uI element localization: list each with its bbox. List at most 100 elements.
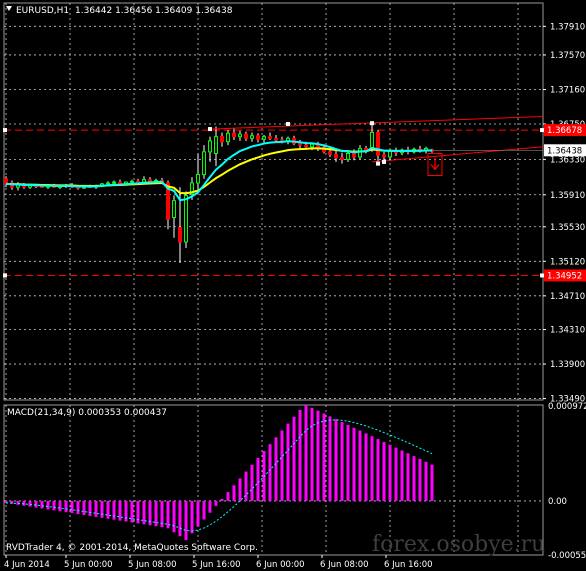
price-axis-label: 1.34310 bbox=[550, 326, 585, 336]
macd-histogram-bar bbox=[202, 500, 206, 520]
bullish-candle bbox=[250, 135, 254, 139]
bearish-candle bbox=[352, 152, 356, 158]
bearish-candle bbox=[304, 144, 308, 148]
candles-group bbox=[4, 124, 434, 263]
macd-histogram-bar bbox=[88, 500, 92, 516]
bearish-candle bbox=[274, 137, 278, 141]
bearish-candle bbox=[376, 131, 380, 156]
macd-histogram-bar bbox=[70, 500, 74, 514]
bullish-candle bbox=[262, 136, 266, 140]
price-axis-label: 1.34710 bbox=[550, 292, 585, 302]
macd-histogram-bar bbox=[34, 500, 38, 508]
macd-histogram-bar bbox=[94, 500, 98, 517]
macd-histogram-bar bbox=[64, 500, 68, 513]
watermark-text: forex.osobye.ru bbox=[372, 532, 545, 557]
bullish-candle bbox=[112, 181, 116, 184]
macd-histogram-bar bbox=[208, 500, 212, 513]
macd-histogram-bar bbox=[28, 500, 32, 507]
bullish-candle bbox=[310, 143, 314, 148]
macd-histogram-bar bbox=[184, 500, 188, 541]
bearish-candle bbox=[382, 154, 386, 158]
macd-histogram-bar bbox=[52, 500, 56, 511]
macd-histogram-bar bbox=[382, 441, 386, 501]
price-panel-frame bbox=[3, 2, 544, 401]
price-axis-label: 1.33900 bbox=[550, 360, 585, 370]
price-axis-label: 1.35910 bbox=[550, 191, 585, 201]
macd-histogram-bar bbox=[310, 407, 314, 501]
macd-indicator-label: MACD(21,34,9) 0.000353 0.000437 bbox=[7, 408, 167, 418]
macd-histogram-bar bbox=[112, 500, 116, 520]
moving-average-fast-line bbox=[5, 140, 433, 202]
bearish-candle bbox=[334, 153, 338, 159]
macd-histogram-bar bbox=[274, 437, 278, 501]
channel-handle[interactable] bbox=[370, 121, 374, 126]
macd-histogram-bar bbox=[76, 500, 80, 515]
channel-handle[interactable] bbox=[376, 161, 380, 166]
channel-upper-line[interactable] bbox=[209, 115, 544, 130]
symbol-timeframe-label: EURUSD,H1 bbox=[16, 6, 69, 16]
macd-histogram-bar bbox=[328, 416, 332, 501]
macd-histogram-bar bbox=[82, 500, 86, 516]
level-handle[interactable] bbox=[3, 273, 7, 278]
price-axis-label: 1.36330 bbox=[550, 155, 585, 165]
bullish-candle bbox=[172, 200, 176, 219]
macd-histogram-bar bbox=[178, 500, 182, 537]
triangle-down-icon[interactable] bbox=[6, 6, 12, 11]
bearish-candle bbox=[136, 180, 140, 183]
macd-histogram-bar bbox=[58, 500, 62, 512]
time-axis-label: 6 Jun 16:00 bbox=[384, 560, 433, 570]
price-axis-label: 1.35530 bbox=[550, 223, 585, 233]
macd-histogram-bar bbox=[46, 500, 50, 510]
price-axis-label: 1.37910 bbox=[550, 22, 585, 32]
level-handle[interactable] bbox=[540, 273, 544, 278]
level-handle[interactable] bbox=[540, 128, 544, 133]
macd-histogram-bar bbox=[100, 500, 104, 518]
level-handle[interactable] bbox=[3, 128, 7, 133]
bullish-candle bbox=[238, 133, 242, 138]
macd-histogram-bar bbox=[370, 436, 374, 501]
macd-histogram-bar bbox=[16, 500, 20, 505]
macd-histogram-bar bbox=[286, 423, 290, 501]
current-price-tag: 1.36438 bbox=[547, 146, 582, 156]
channel-handle[interactable] bbox=[382, 159, 386, 164]
time-axis-label: 5 Jun 08:00 bbox=[128, 560, 177, 570]
macd-histogram-bar bbox=[238, 478, 242, 501]
bullish-candle bbox=[106, 182, 110, 185]
price-axis-label: 1.35120 bbox=[550, 257, 585, 267]
bullish-candle bbox=[130, 180, 134, 183]
bullish-candle bbox=[346, 152, 350, 160]
macd-histogram-bar bbox=[298, 409, 302, 501]
bullish-candle bbox=[184, 195, 188, 243]
price-axis-label: 1.37160 bbox=[550, 85, 585, 95]
bullish-candle bbox=[196, 174, 200, 184]
macd-histogram-bar bbox=[322, 413, 326, 501]
macd-histogram-bar bbox=[256, 457, 260, 501]
ohlc-readout: 1.36442 1.36456 1.36409 1.36438 bbox=[75, 6, 233, 16]
macd-histogram-bar bbox=[250, 464, 254, 501]
bearish-candle bbox=[340, 157, 344, 160]
macd-histogram-bar bbox=[400, 450, 404, 501]
price-chart[interactable]: 1.379101.375701.371601.367501.363301.359… bbox=[0, 0, 586, 571]
macd-axis-label: 0.000972 bbox=[548, 402, 586, 412]
macd-histogram-bar bbox=[214, 500, 218, 506]
channel-handle[interactable] bbox=[286, 122, 290, 127]
macd-histogram-bar bbox=[124, 500, 128, 522]
channel-lower-line[interactable] bbox=[371, 146, 544, 163]
channel-handle[interactable] bbox=[208, 127, 212, 132]
bearish-candle bbox=[244, 133, 248, 139]
macd-histogram-bar bbox=[376, 439, 380, 501]
macd-histogram-bar bbox=[232, 485, 236, 501]
bearish-candle bbox=[268, 136, 272, 139]
bullish-candle bbox=[226, 132, 230, 143]
macd-histogram-bar bbox=[40, 500, 44, 509]
macd-histogram-bar bbox=[346, 424, 350, 501]
macd-histogram-bar bbox=[424, 461, 428, 501]
bullish-candle bbox=[388, 150, 392, 158]
bullish-candle bbox=[370, 131, 374, 149]
lower-level-tag: 1.34952 bbox=[547, 271, 582, 281]
time-axis-label: 6 Jun 08:00 bbox=[320, 560, 369, 570]
macd-histogram-bar bbox=[106, 500, 110, 519]
macd-axis-label: 0.00 bbox=[548, 497, 567, 507]
macd-histogram-bar bbox=[358, 430, 362, 501]
macd-histogram-bar bbox=[190, 500, 194, 534]
